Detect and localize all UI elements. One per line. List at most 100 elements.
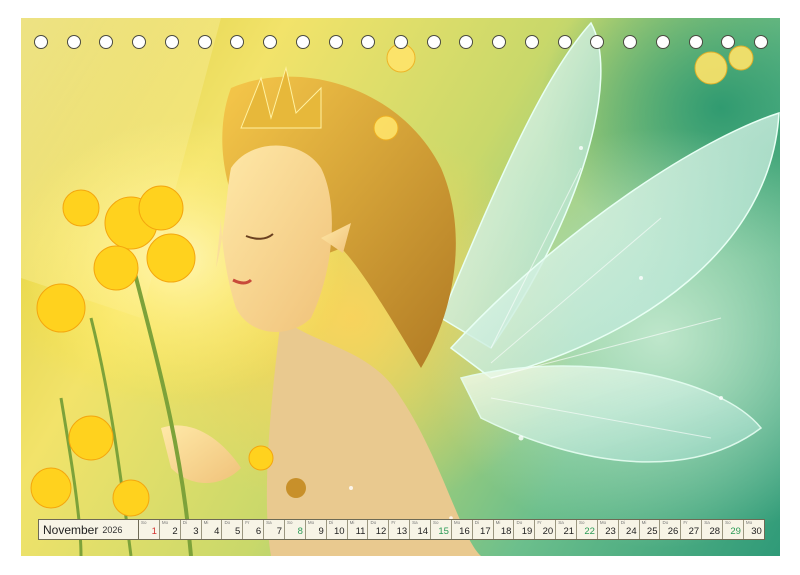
- day-number: 10: [334, 526, 345, 537]
- day-number: 14: [417, 526, 429, 537]
- day-cell: Mo 9: [306, 520, 327, 539]
- weekday-label: Fr: [537, 520, 542, 525]
- month-year: 2026: [102, 524, 123, 535]
- day-number: 1: [151, 526, 157, 537]
- day-cell: Fr 20: [535, 520, 557, 539]
- weekday-label: Mi: [495, 520, 501, 525]
- day-cell: Mi 11: [348, 520, 369, 539]
- binding-hole: [361, 35, 376, 49]
- day-number: 13: [396, 526, 408, 537]
- binding-hole: [459, 35, 474, 49]
- day-cell: Sa 7: [264, 520, 286, 539]
- binding-hole: [524, 35, 539, 49]
- day-number: 6: [255, 526, 262, 537]
- day-number: 18: [500, 526, 512, 537]
- day-number: 26: [667, 526, 679, 537]
- weekday-label: So: [141, 520, 147, 525]
- month-label: November 2026: [39, 520, 139, 539]
- day-number: 3: [193, 526, 199, 537]
- day-cell: Do 26: [660, 520, 682, 539]
- day-cell: Di 17: [473, 520, 494, 539]
- binding-hole: [492, 35, 507, 49]
- binding-hole: [721, 35, 736, 49]
- binding-hole: [34, 35, 48, 49]
- day-cell: Mi 4: [202, 520, 223, 539]
- day-number: 29: [730, 526, 741, 537]
- day-number: 4: [214, 526, 220, 537]
- binding-hole: [394, 35, 408, 49]
- binding-hole: [623, 35, 638, 49]
- weekday-label: Fr: [245, 520, 250, 525]
- day-number: 9: [318, 526, 324, 537]
- weekday-label: So: [287, 520, 293, 525]
- day-cell: Sa 14: [410, 520, 432, 539]
- weekday-label: Di: [182, 520, 187, 525]
- binding-hole: [99, 35, 114, 49]
- day-number: 15: [438, 526, 449, 537]
- day-cell: Mo 16: [452, 520, 473, 539]
- weekday-label: Mi: [641, 520, 647, 525]
- day-cell: Mi 25: [640, 520, 661, 539]
- month-name: November: [43, 522, 99, 537]
- weekday-label: Mo: [161, 520, 169, 525]
- binding-hole: [197, 35, 212, 49]
- day-number: 17: [480, 526, 491, 537]
- day-number: 20: [542, 526, 554, 537]
- day-number: 30: [751, 526, 762, 537]
- day-number: 11: [355, 526, 366, 537]
- day-cell: So 29: [723, 520, 744, 539]
- spiral-binding: [21, 30, 780, 54]
- binding-hole: [590, 35, 605, 49]
- binding-hole: [655, 35, 670, 49]
- fairy-wings: [440, 21, 780, 463]
- weekday-label: Fr: [391, 520, 396, 525]
- calendar-artwork: [21, 18, 780, 556]
- fairy-illustration: [21, 18, 780, 556]
- day-number: 24: [626, 526, 637, 537]
- weekday-label: Di: [620, 520, 626, 525]
- binding-hole: [426, 35, 441, 49]
- day-number: 19: [521, 526, 533, 537]
- weekday-label: Di: [328, 520, 333, 525]
- day-cell: Di 3: [181, 520, 202, 539]
- binding-hole: [230, 35, 245, 49]
- day-number: 22: [584, 526, 595, 537]
- day-cell: So 8: [285, 520, 306, 539]
- weekday-label: Do: [224, 520, 231, 525]
- pendant: [286, 478, 306, 498]
- weekday-label: Sa: [266, 520, 272, 525]
- day-cell: Do 12: [368, 520, 390, 539]
- day-number: 2: [172, 526, 178, 537]
- binding-hole: [557, 35, 572, 49]
- binding-hole: [754, 35, 768, 49]
- day-cell: Do 19: [514, 520, 536, 539]
- day-cell: Do 5: [222, 520, 244, 539]
- binding-hole: [263, 35, 278, 49]
- day-number: 7: [276, 526, 283, 537]
- day-number: 23: [605, 526, 616, 537]
- day-number: 25: [646, 526, 658, 537]
- day-cell: Mo 30: [744, 520, 764, 539]
- day-cell: Mo 2: [160, 520, 181, 539]
- day-number: 8: [297, 526, 303, 537]
- weekday-label: Mi: [203, 520, 209, 525]
- day-cell: Fr 27: [681, 520, 703, 539]
- weekday-label: Mo: [307, 520, 315, 525]
- day-number: 27: [688, 526, 700, 537]
- day-cell: So 15: [431, 520, 452, 539]
- weekday-label: Mi: [349, 520, 355, 525]
- weekday-label: Fr: [683, 520, 688, 525]
- day-number: 21: [563, 526, 575, 537]
- day-cell: Fr 13: [389, 520, 411, 539]
- weekday-label: Di: [474, 520, 479, 525]
- binding-hole: [295, 35, 310, 49]
- day-cell: So 22: [577, 520, 598, 539]
- binding-hole: [132, 35, 147, 49]
- day-number: 12: [375, 526, 387, 537]
- day-cell: Di 24: [619, 520, 640, 539]
- day-cell: So 1: [139, 520, 160, 539]
- day-number: 28: [709, 526, 721, 537]
- binding-hole: [688, 35, 703, 49]
- day-number: 16: [459, 526, 470, 537]
- day-cell: Sa 28: [702, 520, 724, 539]
